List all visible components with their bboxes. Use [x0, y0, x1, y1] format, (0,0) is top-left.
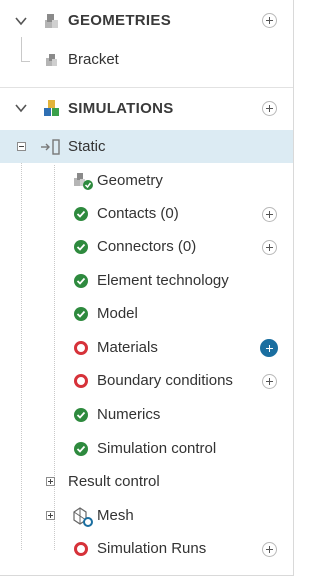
sim-item-label: Simulation control [97, 440, 217, 457]
add-simulation-button[interactable] [262, 101, 277, 116]
sim-item-label: Model [97, 305, 138, 322]
sim-item-mesh[interactable]: Mesh [0, 501, 293, 531]
sim-item-label: Boundary conditions [97, 372, 233, 389]
sim-item-simulation-runs[interactable]: Simulation Runs [0, 534, 293, 564]
mesh-icon [73, 507, 93, 527]
expand-toggle[interactable] [46, 477, 55, 486]
sim-item-model[interactable]: Model [0, 299, 293, 329]
sim-item-geometry[interactable]: Geometry [0, 166, 293, 196]
static-analysis-icon [41, 139, 60, 155]
error-icon [74, 374, 88, 388]
sim-item-label: Contacts (0) [97, 205, 179, 222]
sim-item-materials[interactable]: Materials [0, 333, 293, 363]
sim-item-boundary-conditions[interactable]: Boundary conditions [0, 366, 293, 396]
add-geometry-button[interactable] [262, 13, 277, 28]
simulations-section-header[interactable]: SIMULATIONS [0, 88, 293, 130]
sim-item-connectors[interactable]: Connectors (0) [0, 232, 293, 262]
error-icon [74, 341, 88, 355]
geometry-cube-icon [46, 54, 57, 66]
sim-item-numerics[interactable]: Numerics [0, 400, 293, 430]
geometry-cubes-icon [45, 14, 58, 28]
sim-item-label: Simulation Runs [97, 540, 207, 557]
sim-item-label: Geometry [97, 172, 163, 189]
add-contact-button[interactable] [262, 207, 277, 222]
collapse-toggle[interactable] [17, 142, 26, 151]
analysis-item-static[interactable]: Static [0, 130, 293, 163]
check-icon [74, 408, 88, 422]
sim-item-label: Numerics [97, 406, 161, 423]
geometries-section-header[interactable]: GEOMETRIES [0, 0, 293, 42]
sim-item-label: Mesh [97, 507, 134, 524]
simulation-cubes-icon [44, 100, 59, 116]
geometry-check-icon [74, 173, 93, 190]
simulation-tree-panel: GEOMETRIES Bracket SIMULATIONS Static Ge… [0, 0, 294, 576]
expand-toggle[interactable] [46, 511, 55, 520]
sim-item-contacts[interactable]: Contacts (0) [0, 199, 293, 229]
geometries-title: GEOMETRIES [68, 12, 172, 29]
geometry-item-bracket[interactable]: Bracket [0, 46, 293, 74]
geometry-item-label: Bracket [68, 51, 119, 68]
add-material-button[interactable] [260, 339, 278, 357]
sim-item-label: Result control [68, 473, 160, 490]
analysis-label: Static [68, 138, 106, 155]
error-icon [74, 542, 88, 556]
sim-item-label: Materials [97, 339, 158, 356]
sim-item-element-technology[interactable]: Element technology [0, 266, 293, 296]
sim-item-label: Connectors (0) [97, 238, 197, 255]
sim-item-result-control[interactable]: Result control [0, 467, 293, 497]
sim-item-simulation-control[interactable]: Simulation control [0, 434, 293, 464]
simulations-title: SIMULATIONS [68, 100, 174, 117]
chevron-down-icon[interactable] [14, 101, 28, 115]
chevron-down-icon[interactable] [14, 14, 28, 28]
check-icon [74, 442, 88, 456]
check-icon [74, 240, 88, 254]
sim-item-label: Element technology [97, 272, 229, 289]
add-connector-button[interactable] [262, 240, 277, 255]
check-icon [74, 274, 88, 288]
add-boundary-condition-button[interactable] [262, 374, 277, 389]
check-icon [74, 307, 88, 321]
check-icon [74, 207, 88, 221]
add-simulation-run-button[interactable] [262, 542, 277, 557]
